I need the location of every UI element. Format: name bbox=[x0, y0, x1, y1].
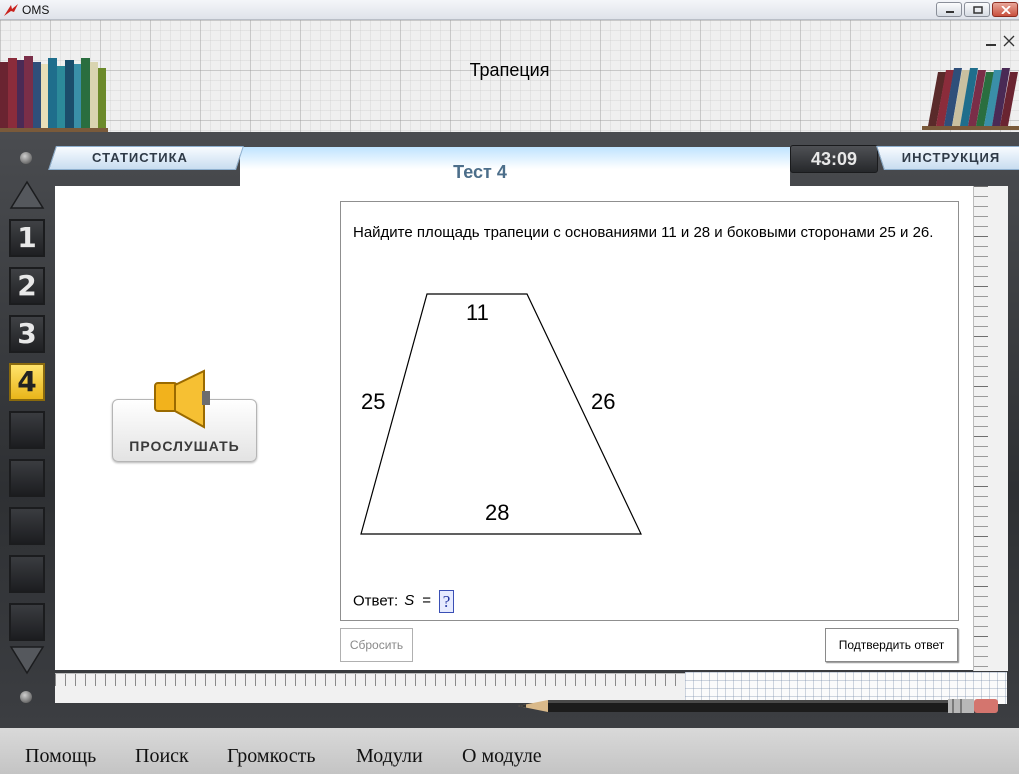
listen-label: ПРОСЛУШАТЬ bbox=[129, 438, 240, 454]
answer-prefix: Ответ: bbox=[353, 592, 399, 610]
question-button-3[interactable]: 3 bbox=[9, 315, 45, 353]
scroll-down-arrow-icon[interactable] bbox=[9, 645, 45, 675]
pencil-decoration bbox=[518, 699, 998, 713]
question-button-5[interactable] bbox=[9, 411, 45, 449]
label-top-base: 11 bbox=[466, 300, 489, 325]
stats-button[interactable]: СТАТИСТИКА bbox=[52, 146, 228, 170]
books-right-decoration bbox=[922, 68, 1019, 130]
oms-logo-icon bbox=[4, 4, 18, 16]
answer-input[interactable]: ? bbox=[439, 590, 455, 613]
menu-about[interactable]: О модуле bbox=[462, 745, 542, 768]
question-button-4[interactable]: 4 bbox=[9, 363, 45, 401]
minimize-icon bbox=[946, 11, 954, 13]
menu-help[interactable]: Помощь bbox=[25, 745, 96, 768]
header: Трапеция bbox=[0, 20, 1019, 132]
question-button-1[interactable]: 1 bbox=[9, 219, 45, 257]
question-panel: Найдите площадь трапеции с основаниями 1… bbox=[340, 201, 959, 621]
indicator-light-bottom bbox=[20, 691, 32, 703]
minimize-button[interactable] bbox=[936, 2, 962, 17]
restore-icon bbox=[973, 6, 983, 14]
answer-variable: S bbox=[404, 592, 415, 610]
question-button-8[interactable] bbox=[9, 555, 45, 593]
confirm-answer-button[interactable]: Подтвердить ответ bbox=[825, 628, 958, 662]
label-bottom-base: 28 bbox=[485, 500, 510, 525]
app-title: OMS bbox=[22, 3, 50, 17]
trapezoid-figure bbox=[360, 293, 642, 535]
menu-modules[interactable]: Модули bbox=[356, 745, 423, 768]
timer: 43:09 bbox=[790, 145, 878, 173]
question-button-6[interactable] bbox=[9, 459, 45, 497]
label-left-side: 25 bbox=[361, 389, 386, 414]
question-button-7[interactable] bbox=[9, 507, 45, 545]
question-button-9[interactable] bbox=[9, 603, 45, 641]
answer-equals: = bbox=[422, 592, 432, 610]
header-window-controls bbox=[986, 35, 1015, 47]
scroll-up-arrow-icon[interactable] bbox=[9, 180, 45, 210]
answer-row: Ответ: S =? bbox=[353, 590, 455, 613]
maximize-button[interactable] bbox=[964, 2, 990, 17]
close-button[interactable] bbox=[992, 2, 1018, 17]
bottom-menu-bar: Помощь Поиск Громкость Модули О модуле bbox=[0, 728, 1019, 774]
ruler-mask bbox=[988, 186, 1008, 671]
menu-volume[interactable]: Громкость bbox=[227, 745, 316, 768]
test-title: Тест 4 bbox=[453, 162, 507, 182]
instruction-button[interactable]: ИНСТРУКЦИЯ bbox=[888, 146, 1014, 170]
label-right-side: 26 bbox=[591, 389, 616, 414]
close-icon bbox=[1001, 6, 1011, 14]
question-button-2[interactable]: 2 bbox=[9, 267, 45, 305]
window-titlebar: OMS bbox=[0, 0, 1019, 20]
speaker-icon bbox=[154, 369, 210, 429]
reset-button[interactable]: Сбросить bbox=[340, 628, 413, 662]
page-title: Трапеция bbox=[469, 60, 550, 80]
vertical-ruler bbox=[973, 186, 1008, 671]
indicator-light-top bbox=[20, 152, 32, 164]
menu-search[interactable]: Поиск bbox=[135, 745, 189, 768]
